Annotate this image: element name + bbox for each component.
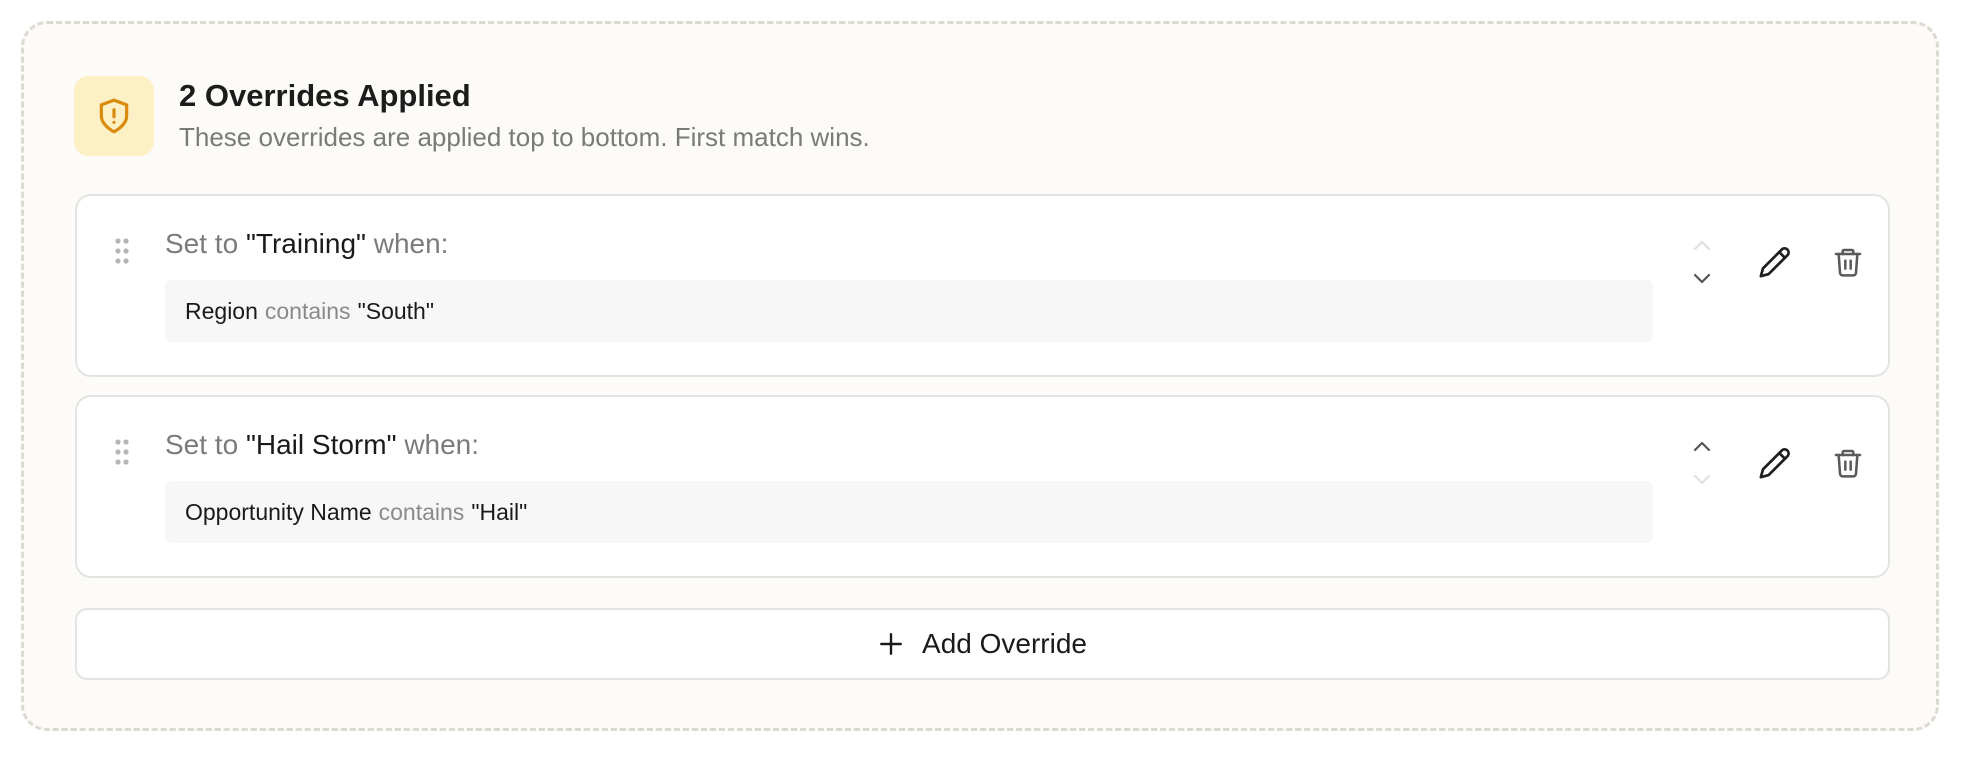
- move-down-button[interactable]: [1687, 268, 1717, 290]
- pencil-icon: [1759, 448, 1790, 479]
- trash-icon: [1834, 248, 1862, 277]
- add-override-label: Add Override: [922, 628, 1087, 659]
- override-rule-card: Set to "Hail Storm" when: Opportunity Na…: [75, 395, 1890, 578]
- chevron-up-icon: [1693, 240, 1711, 251]
- move-down-button[interactable]: [1687, 469, 1717, 491]
- rule-value: "Hail Storm": [245, 429, 397, 460]
- condition-operator: contains: [264, 297, 351, 324]
- edit-button[interactable]: [1754, 441, 1796, 485]
- rule-value: "Training": [245, 228, 366, 259]
- edit-button[interactable]: [1754, 240, 1796, 284]
- pencil-icon: [1759, 247, 1790, 278]
- drag-handle-icon[interactable]: [115, 439, 129, 465]
- delete-button[interactable]: [1827, 240, 1869, 284]
- rule-suffix: when:: [404, 429, 480, 460]
- override-rule-card: Set to "Training" when: Region contains …: [75, 194, 1890, 377]
- rule-suffix: when:: [373, 228, 449, 259]
- rule-title: Set to "Training" when:: [165, 226, 448, 262]
- chevron-up-icon: [1693, 441, 1711, 452]
- rule-prefix: Set to: [165, 228, 239, 259]
- move-up-button[interactable]: [1687, 234, 1717, 256]
- trash-icon: [1834, 449, 1862, 478]
- chevron-down-icon: [1693, 474, 1711, 485]
- chevron-down-icon: [1693, 273, 1711, 284]
- condition-field: Region: [185, 297, 258, 324]
- drag-handle-icon[interactable]: [115, 238, 129, 264]
- rule-prefix: Set to: [165, 429, 239, 460]
- overrides-panel: 2 Overrides Applied These overrides are …: [21, 21, 1939, 731]
- move-up-button[interactable]: [1687, 435, 1717, 457]
- overrides-header: 2 Overrides Applied These overrides are …: [74, 76, 870, 156]
- plus-icon: [878, 631, 904, 657]
- shield-alert-icon: [74, 76, 154, 156]
- add-override-button[interactable]: Add Override: [75, 608, 1890, 680]
- condition-operator: contains: [378, 498, 465, 525]
- condition-field: Opportunity Name: [185, 498, 372, 525]
- page-title: 2 Overrides Applied: [179, 78, 471, 113]
- delete-button[interactable]: [1827, 441, 1869, 485]
- rule-condition: Region contains "South": [165, 280, 1653, 342]
- rule-title: Set to "Hail Storm" when:: [165, 427, 479, 463]
- condition-value: "South": [357, 297, 434, 324]
- condition-value: "Hail": [471, 498, 528, 525]
- page-subtitle: These overrides are applied top to botto…: [179, 122, 870, 152]
- rule-condition: Opportunity Name contains "Hail": [165, 481, 1653, 543]
